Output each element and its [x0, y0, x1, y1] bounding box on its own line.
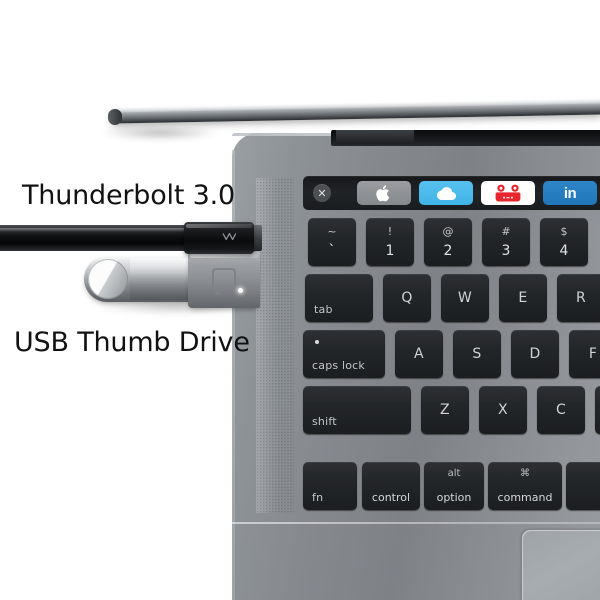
product-photo-scene: ✕ in ~ ` ! 1 @ 2 # 3 $ 4 tab Q W E R cap…: [0, 0, 600, 600]
key-legend-bottom: `: [328, 243, 336, 259]
key-v[interactable]: V: [595, 386, 600, 434]
key-q[interactable]: Q: [383, 274, 431, 322]
usb-adapter-highlight: [190, 254, 258, 258]
key-x[interactable]: X: [479, 386, 527, 434]
key-legend-bottom: 1: [385, 243, 395, 259]
key-legend: E: [518, 290, 528, 306]
key-d[interactable]: D: [511, 330, 559, 378]
touchbar-app-apple[interactable]: [357, 181, 411, 205]
thunderbolt-symbol-icon: [222, 232, 237, 241]
key-option[interactable]: alt option: [424, 462, 484, 510]
key-legend: control: [371, 491, 411, 504]
key-caps-lock[interactable]: caps lock: [303, 330, 385, 378]
apple-logo-icon: [376, 184, 390, 201]
key-legend-top: ~: [327, 225, 337, 238]
touchbar-app-cloud[interactable]: [419, 181, 473, 205]
key-4[interactable]: $ 4: [540, 218, 588, 266]
key-legend: tab: [314, 303, 333, 316]
trackpad[interactable]: [522, 530, 600, 600]
key-r[interactable]: R: [557, 274, 600, 322]
close-icon[interactable]: ✕: [313, 184, 331, 202]
hinge-notch: [336, 130, 414, 144]
key-legend: S: [472, 346, 482, 362]
key-legend: D: [529, 346, 541, 362]
key-legend-top: !: [387, 225, 393, 238]
key-e[interactable]: E: [499, 274, 547, 322]
key-legend-bottom: 3: [501, 243, 511, 259]
key-legend-bottom: option: [436, 491, 472, 504]
key-legend-bottom: 4: [559, 243, 569, 259]
key-legend: caps lock: [312, 359, 366, 372]
key-legend-top: @: [442, 225, 454, 238]
base-left-highlight: [232, 150, 235, 600]
key-spacebar[interactable]: [566, 462, 600, 510]
key-shift[interactable]: shift: [303, 386, 411, 434]
caps-lock-indicator-icon: [315, 340, 319, 344]
key-w[interactable]: W: [441, 274, 489, 322]
key-s[interactable]: S: [453, 330, 501, 378]
touchbar-app-frog[interactable]: [481, 181, 535, 205]
key-control[interactable]: control: [362, 462, 420, 510]
laptop-lid: [108, 95, 600, 135]
key-fn[interactable]: fn: [303, 462, 357, 510]
key-2[interactable]: @ 2: [424, 218, 472, 266]
key-legend-top: ⌘: [520, 468, 530, 479]
label-usb-thumb-drive: USB Thumb Drive: [14, 327, 250, 358]
key-legend-top: #: [501, 225, 511, 238]
key-legend: V: [595, 402, 600, 418]
key-legend: C: [555, 402, 567, 418]
key-legend: Z: [440, 402, 450, 418]
key-1[interactable]: ! 1: [366, 218, 414, 266]
key-legend: R: [575, 290, 587, 306]
key-c[interactable]: C: [537, 386, 585, 434]
key-legend-top: $: [560, 225, 568, 238]
cable-highlight: [0, 228, 196, 232]
key-legend-bottom: command: [497, 491, 553, 504]
speech-bubble-logo-icon: [212, 268, 236, 290]
key-backtick[interactable]: ~ `: [308, 218, 356, 266]
frog-icon: [495, 184, 521, 202]
key-legend-bottom: 2: [443, 243, 453, 259]
thunderbolt-connector-highlight: [186, 224, 252, 228]
palm-rest-divider: [232, 522, 600, 524]
key-legend: shift: [312, 415, 337, 428]
key-command[interactable]: ⌘ command: [488, 462, 562, 510]
usb-keyring-hole: [88, 259, 128, 299]
key-legend: Q: [401, 290, 413, 306]
led-indicator-icon: [238, 288, 243, 293]
touch-bar[interactable]: ✕ in: [303, 176, 600, 210]
cloud-icon: [437, 186, 456, 200]
linkedin-icon-label: in: [563, 184, 577, 202]
lightning-bolt-icon: [222, 231, 238, 243]
key-legend: fn: [312, 491, 324, 504]
key-z[interactable]: Z: [421, 386, 469, 434]
key-f[interactable]: F: [569, 330, 600, 378]
key-legend: X: [498, 402, 508, 418]
key-a[interactable]: A: [395, 330, 443, 378]
key-legend: W: [457, 290, 473, 306]
key-legend: F: [588, 346, 598, 362]
key-3[interactable]: # 3: [482, 218, 530, 266]
key-tab[interactable]: tab: [305, 274, 373, 322]
key-legend: A: [414, 346, 424, 362]
key-legend-top: alt: [447, 468, 461, 479]
label-thunderbolt: Thunderbolt 3.0: [22, 180, 235, 211]
touchbar-app-linkedin[interactable]: in: [543, 181, 597, 205]
